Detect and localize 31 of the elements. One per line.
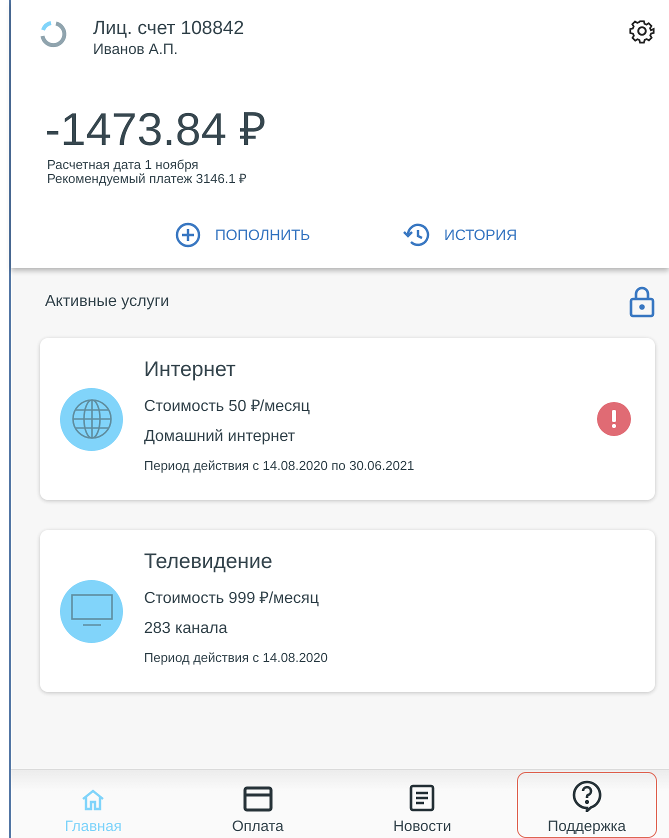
service-detail: 283 канала bbox=[144, 620, 228, 638]
service-card[interactable]: Интернет Стоимость 50 ₽/месяц Домашний интернет Период действия с 14.08.2020 по 30.06.2021 bbox=[40, 338, 655, 500]
service-card[interactable]: Телевидение Стоимость 999 ₽/месяц 283 канала Период действия с 14.08.2020 bbox=[40, 530, 655, 692]
service-name: Интернет bbox=[144, 358, 237, 382]
service-price: Стоимость 50 ₽/месяц bbox=[144, 396, 311, 416]
service-detail: Домашний интернет bbox=[144, 428, 296, 446]
home-icon bbox=[80, 788, 106, 812]
service-name: Телевидение bbox=[144, 550, 274, 574]
top-up-button[interactable]: ПОПОЛНИТЬ bbox=[174, 222, 310, 248]
history-button[interactable]: ИСТОРИЯ bbox=[402, 222, 518, 248]
card-icon bbox=[242, 786, 273, 812]
account-number: Лиц. счет 108842 bbox=[93, 18, 246, 40]
balance-amount: -1473.84 ₽ bbox=[45, 102, 268, 157]
nav-tab[interactable]: Оплата bbox=[188, 772, 328, 838]
tv-icon bbox=[70, 594, 112, 628]
account-owner: Иванов А.П. bbox=[93, 41, 179, 58]
globe-icon bbox=[70, 398, 112, 440]
nav-tab[interactable]: Новости bbox=[352, 772, 492, 838]
nav-tab[interactable]: Поддержка bbox=[516, 772, 657, 838]
history-icon bbox=[402, 223, 430, 247]
service-period: Период действия с 14.08.2020 по 30.06.2021 bbox=[144, 458, 416, 472]
billing-date: Расчетная дата 1 ноября bbox=[47, 158, 200, 172]
plus-icon bbox=[174, 222, 201, 248]
service-period: Период действия с 14.08.2020 bbox=[144, 650, 329, 664]
recommended-payment: Рекомендуемый платеж 3146.1 ₽ bbox=[47, 172, 248, 186]
document-icon bbox=[409, 784, 436, 812]
help-icon bbox=[572, 780, 602, 812]
service-price: Стоимость 999 ₽/месяц bbox=[144, 588, 320, 608]
section-title: Активные услуги bbox=[45, 293, 170, 311]
lock-icon[interactable] bbox=[629, 286, 655, 318]
settings-icon[interactable] bbox=[629, 18, 655, 44]
